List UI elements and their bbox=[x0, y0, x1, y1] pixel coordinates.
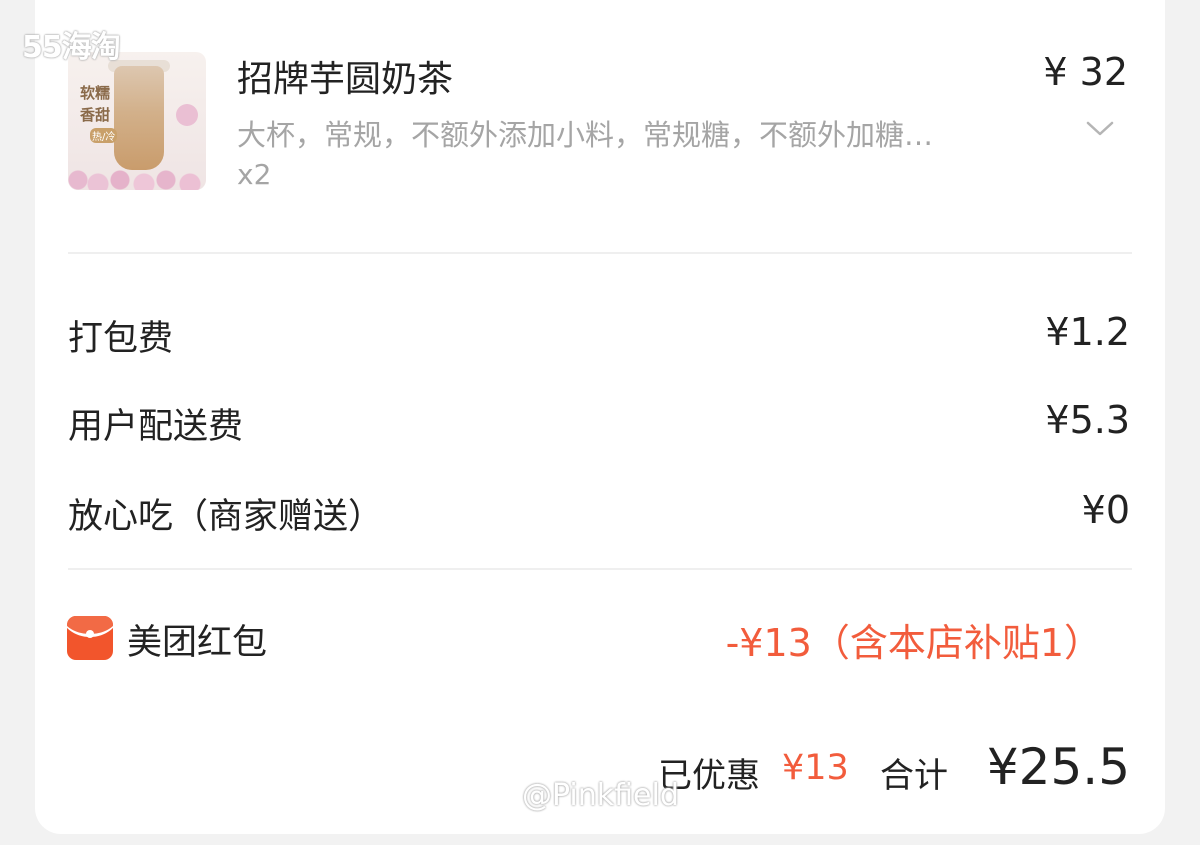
red-envelope-icon bbox=[67, 616, 113, 660]
packaging-fee-label: 打包费 bbox=[68, 319, 174, 359]
discount-value: ¥13 bbox=[782, 748, 849, 788]
chevron-down-icon[interactable] bbox=[1085, 118, 1115, 138]
red-packet-label: 美团红包 bbox=[127, 623, 268, 663]
thumb-tag-sweet: 香甜 bbox=[80, 106, 111, 124]
delivery-fee-label: 用户配送费 bbox=[68, 407, 244, 447]
divider bbox=[68, 252, 1132, 254]
red-packet-value: -¥13（含本店补贴1） bbox=[725, 621, 1102, 665]
watermark-username: @Pinkfield bbox=[522, 778, 679, 813]
food-safety-insurance-value: ¥0 bbox=[1081, 488, 1130, 532]
product-specs: 大杯，常规，不额外添加小料，常规糖，不额外加糖… bbox=[237, 118, 934, 152]
thumb-tag-soft: 软糯 bbox=[80, 84, 111, 102]
product-thumbnail[interactable]: 软糯 香甜 热/冷 bbox=[68, 52, 206, 190]
packaging-fee-value: ¥1.2 bbox=[1045, 310, 1130, 354]
taro-ball bbox=[176, 104, 198, 126]
envelope-seal bbox=[86, 630, 94, 638]
divider bbox=[68, 568, 1132, 570]
taro-balls bbox=[68, 156, 206, 190]
food-safety-insurance-label: 放心吃（商家赠送） bbox=[68, 497, 384, 537]
thumb-tag-temp: 热/冷 bbox=[90, 128, 118, 143]
delivery-fee-value: ¥5.3 bbox=[1045, 398, 1130, 442]
product-price: ¥ 32 bbox=[1043, 50, 1128, 94]
total-label: 合计 bbox=[880, 756, 948, 796]
product-quantity: x2 bbox=[237, 158, 272, 191]
milk-tea-cup-image bbox=[114, 66, 164, 170]
watermark-logo: 55海淘 bbox=[22, 30, 121, 65]
total-value: ¥25.5 bbox=[986, 738, 1130, 796]
product-name[interactable]: 招牌芋圆奶茶 bbox=[237, 50, 453, 102]
